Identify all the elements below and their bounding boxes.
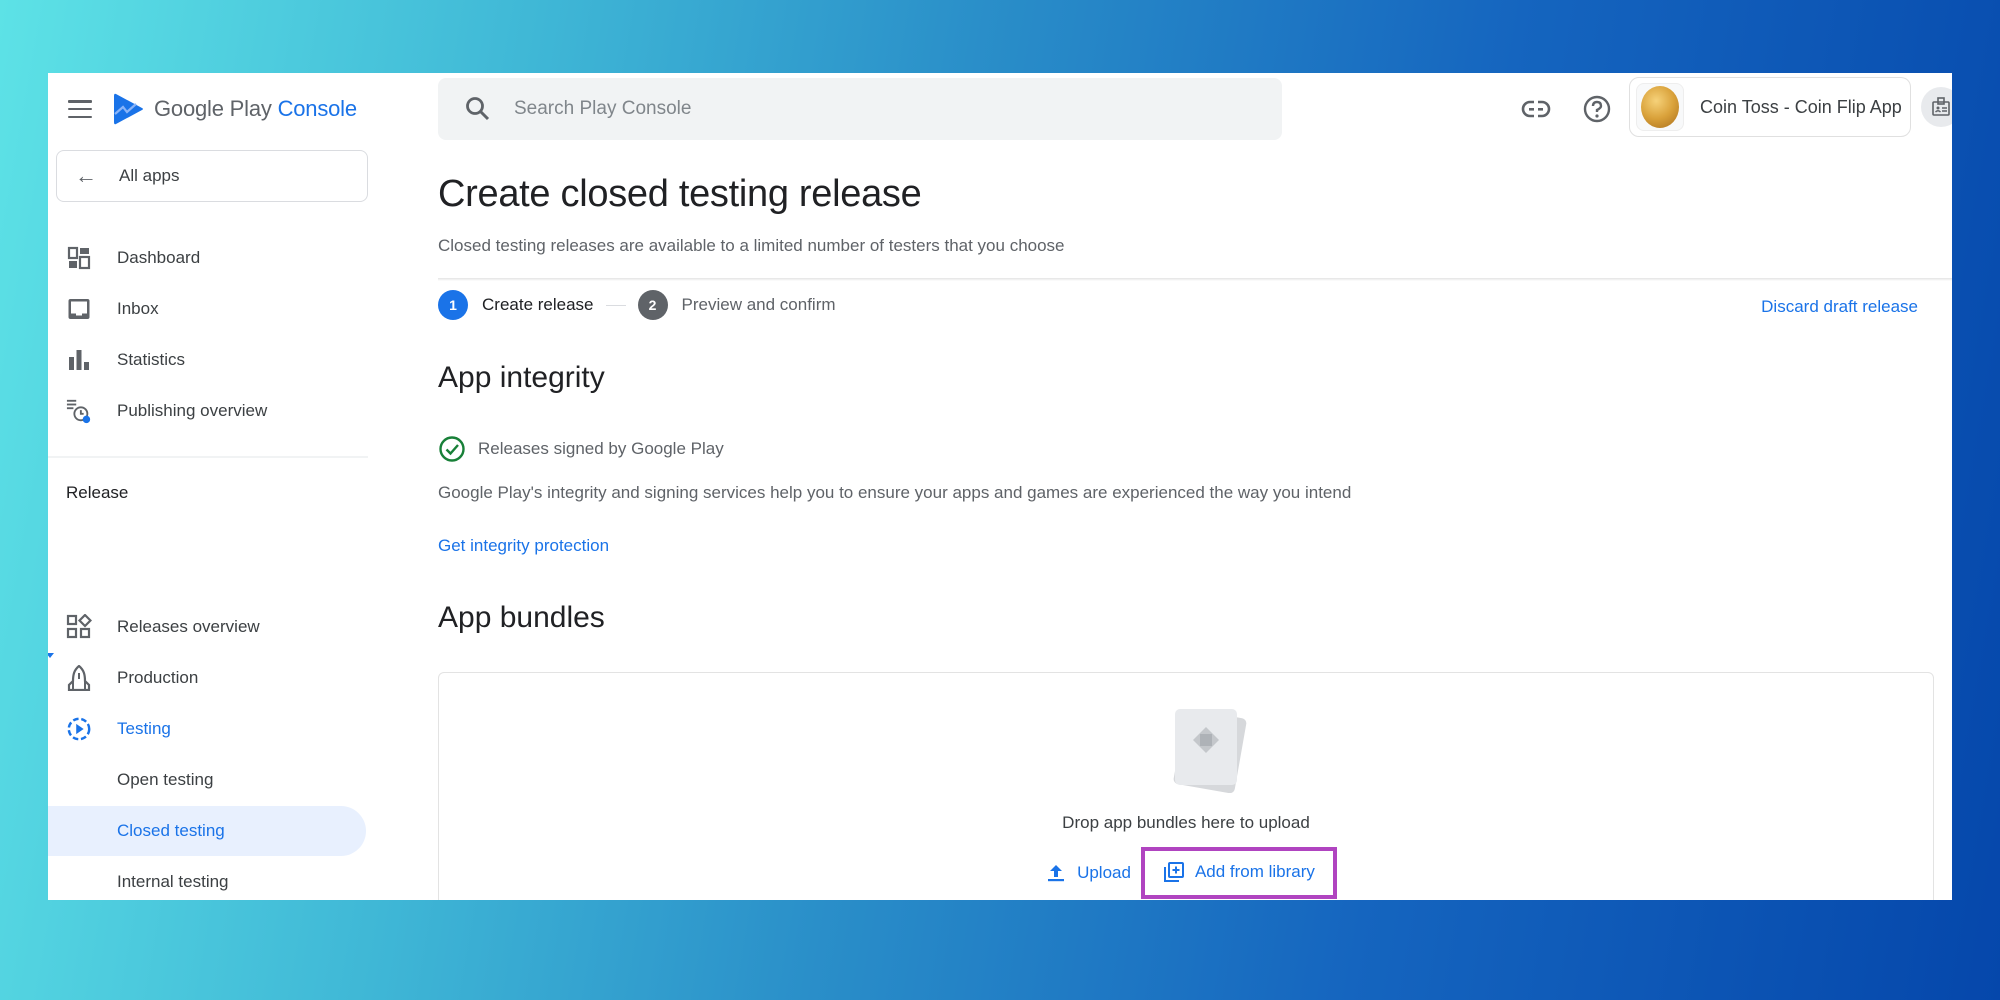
profile-badge-icon[interactable]	[1921, 87, 1952, 127]
signed-status: Releases signed by Google Play	[438, 435, 724, 463]
drop-instructions: Drop app bundles here to upload	[1062, 813, 1310, 832]
step-connector	[605, 304, 626, 306]
upload-button[interactable]: Upload	[1035, 854, 1141, 892]
app-selector[interactable]: Coin Toss - Coin Flip App	[1629, 77, 1911, 137]
dashboard-icon	[66, 245, 92, 271]
step-1-number: 1	[438, 290, 468, 320]
publishing-overview-icon	[66, 398, 92, 424]
sidebar-item-open-testing[interactable]: Open testing	[48, 755, 366, 805]
testing-expand-caret-icon[interactable]	[48, 653, 54, 658]
brand-header: Google Play Console	[68, 91, 357, 127]
release-section-label: Release	[66, 483, 129, 502]
app-bundle-illustration-icon	[1173, 709, 1247, 793]
sidebar-item-production[interactable]: Production	[48, 653, 366, 703]
app-bundle-dropzone[interactable]: Drop app bundles here to upload Upload A…	[438, 672, 1934, 900]
sidebar-divider	[48, 456, 368, 458]
play-console-logo-icon	[114, 93, 143, 125]
sidebar-item-statistics[interactable]: Statistics	[48, 335, 366, 385]
sidebar-item-publishing-overview[interactable]: Publishing overview	[48, 386, 366, 436]
sidebar: Google Play Console ← All apps Dashboard…	[48, 73, 368, 900]
brand-suffix: Console	[277, 96, 358, 121]
app-icon	[1636, 83, 1684, 131]
app-bundles-heading: App bundles	[438, 601, 605, 634]
sidebar-item-inbox[interactable]: Inbox	[48, 284, 366, 334]
sidebar-item-internal-testing[interactable]: Internal testing	[48, 857, 366, 900]
app-integrity-heading: App integrity	[438, 361, 605, 394]
sidebar-item-label: Closed testing	[117, 821, 225, 840]
step-2-number: 2	[637, 290, 668, 320]
upload-label: Upload	[1077, 863, 1131, 882]
production-icon	[66, 665, 92, 691]
sidebar-item-closed-testing[interactable]: Closed testing	[48, 806, 366, 856]
sidebar-item-label: Open testing	[117, 770, 214, 789]
sidebar-item-testing[interactable]: Testing	[48, 704, 366, 754]
sidebar-item-label: Releases overview	[117, 617, 260, 636]
upload-icon	[1048, 865, 1065, 882]
page-subtitle: Closed testing releases are available to…	[438, 236, 1065, 255]
testing-icon	[66, 716, 92, 742]
releases-overview-icon	[66, 614, 92, 640]
signed-label: Releases signed by Google Play	[478, 439, 724, 458]
integrity-description: Google Play's integrity and signing serv…	[438, 483, 1352, 502]
upload-actions: Upload Add from library	[439, 847, 1933, 899]
brand-prefix: Google Play	[154, 96, 272, 121]
sidebar-item-label: Publishing overview	[117, 401, 268, 420]
search-icon	[466, 97, 490, 121]
add-from-library-button[interactable]: Add from library	[1140, 847, 1337, 899]
sidebar-item-releases-overview[interactable]: Releases overview	[48, 602, 366, 652]
header-divider	[438, 278, 1952, 281]
brand-name: Google Play Console	[154, 96, 357, 122]
step-1-label: Create release	[482, 295, 594, 314]
page-title: Create closed testing release	[438, 173, 922, 215]
all-apps-label: All apps	[119, 166, 180, 185]
sidebar-item-label: Dashboard	[117, 248, 201, 267]
discard-draft-button[interactable]: Discard draft release	[1761, 297, 1918, 317]
app-name: Coin Toss - Coin Flip App	[1700, 96, 1902, 117]
help-icon[interactable]	[1580, 92, 1614, 126]
sidebar-item-label: Production	[117, 668, 199, 687]
inbox-icon	[66, 296, 92, 322]
search-bar[interactable]	[438, 78, 1282, 140]
sidebar-item-label: Inbox	[117, 299, 159, 318]
play-console-window: Google Play Console ← All apps Dashboard…	[48, 73, 1952, 900]
sidebar-item-label: Internal testing	[117, 872, 229, 891]
get-integrity-protection-link[interactable]: Get integrity protection	[438, 536, 609, 556]
sidebar-item-label: Statistics	[117, 350, 186, 369]
release-stepper: 1 Create release 2 Preview and confirm	[438, 289, 836, 321]
link-icon[interactable]	[1519, 92, 1553, 126]
add-from-library-label: Add from library	[1194, 862, 1315, 881]
back-arrow-icon: ←	[75, 163, 97, 188]
statistics-icon	[66, 347, 92, 373]
all-apps-button[interactable]: ← All apps	[56, 150, 368, 202]
sidebar-item-dashboard[interactable]: Dashboard	[48, 233, 366, 283]
check-circle-icon	[439, 436, 465, 462]
sidebar-item-label: Testing	[117, 719, 171, 738]
menu-icon[interactable]	[68, 100, 92, 118]
step-2-label: Preview and confirm	[681, 295, 836, 314]
library-add-icon	[1163, 862, 1184, 882]
search-input[interactable]	[514, 98, 1214, 120]
